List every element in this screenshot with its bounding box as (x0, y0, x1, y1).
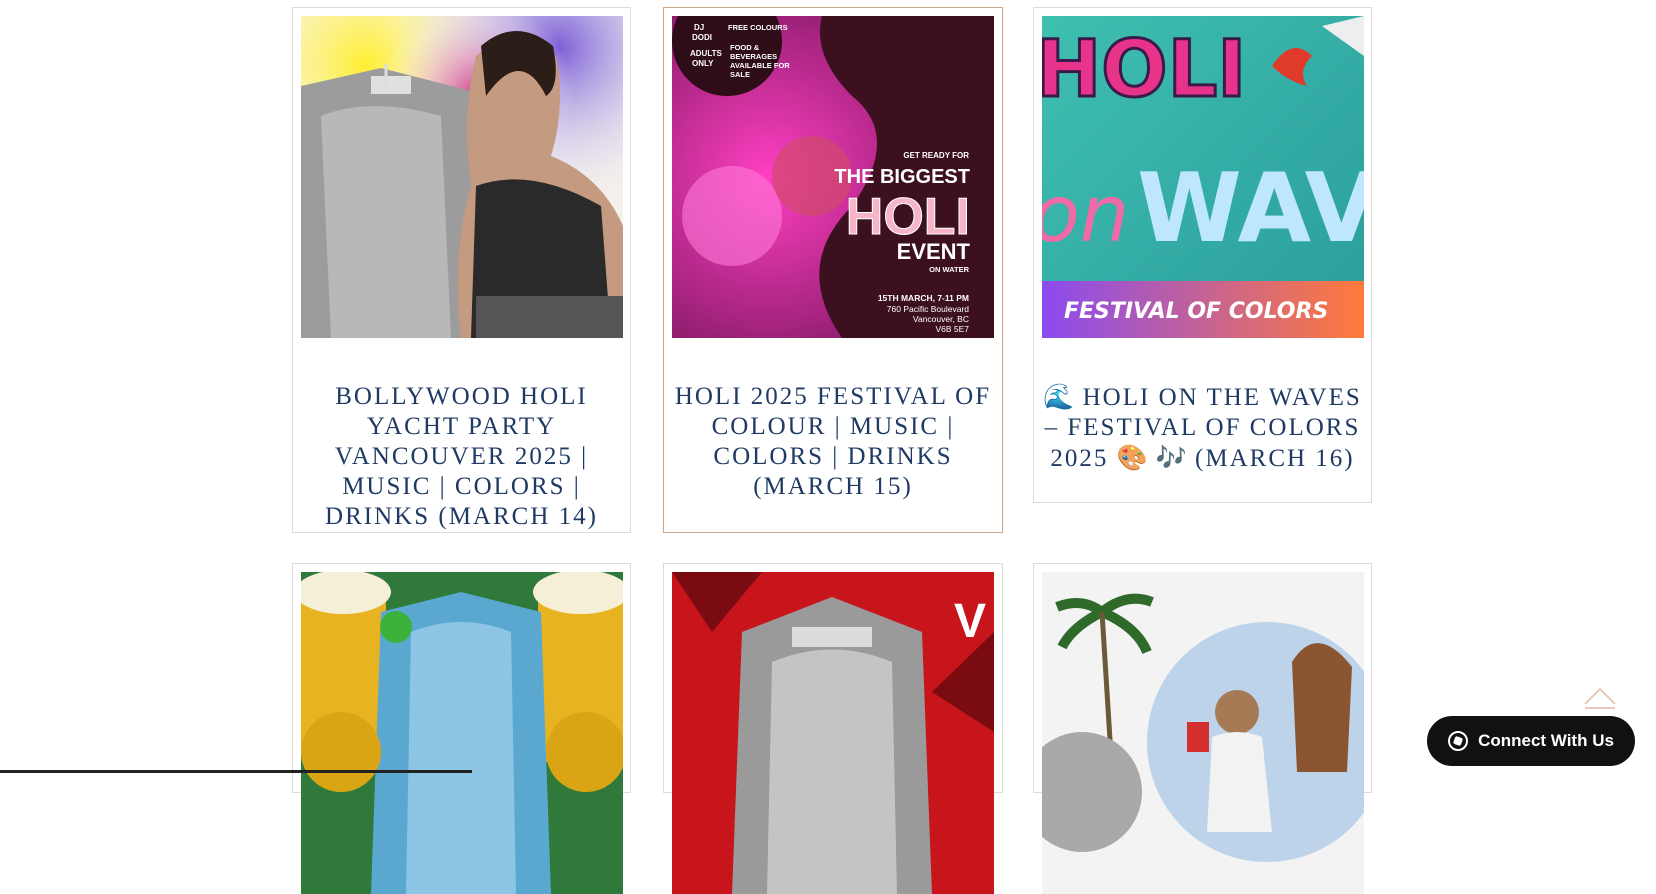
event-card-2[interactable]: DJ DODI ADULTS ONLY FREE COLOURS FOOD & … (663, 7, 1003, 533)
poster-badge-right-5: SALE (730, 70, 750, 79)
event-image-2[interactable]: DJ DODI ADULTS ONLY FREE COLOURS FOOD & … (672, 16, 994, 338)
poster-line3: EVENT (897, 239, 971, 264)
poster-line1: THE BIGGEST (834, 166, 970, 188)
poster-line4: ON WATER (929, 265, 969, 274)
poster-addr2: Vancouver, BC (913, 314, 969, 324)
event-card-6[interactable] (1033, 563, 1372, 894)
scroll-top-button[interactable] (1582, 684, 1618, 710)
palette-music-emoji: 🎨 🎶 (1116, 443, 1187, 472)
poster-addr1: 760 Pacific Boulevard (887, 304, 969, 314)
poster-word-on: on (1042, 170, 1129, 260)
event-image-6[interactable] (1042, 572, 1364, 894)
event-image-1[interactable] (301, 16, 623, 338)
connect-with-us-label: Connect With Us (1478, 731, 1614, 750)
poster-line2: HOLI (846, 188, 970, 246)
event-card-5[interactable]: V (663, 563, 1003, 894)
poster-badge-right-3: BEVERAGES (730, 52, 777, 61)
poster-badge-left-2: DODI (692, 33, 712, 42)
event-image-3[interactable]: HOLI on WAVE FESTIVAL OF COLORS (1042, 16, 1364, 338)
poster-badge-left-3: ADULTS (690, 49, 723, 58)
poster-badge-left-1: DJ (694, 23, 704, 32)
chevron-up-icon (1584, 687, 1616, 709)
poster-badge-left-4: ONLY (692, 59, 714, 68)
svg-text:V: V (954, 595, 986, 648)
event-title-2[interactable]: Holi 2025 Festival of Colour | Music | C… (668, 382, 998, 502)
event-image-5[interactable]: V (672, 572, 994, 894)
poster-banner: FESTIVAL OF COLORS (1064, 299, 1328, 324)
poster-badge-right-1: FREE COLOURS (728, 23, 788, 32)
poster-date: 15TH MARCH, 7-11 PM (878, 293, 969, 303)
event-title-3-date: (March 16) (1195, 445, 1355, 472)
event-card-4[interactable] (292, 563, 631, 894)
event-image-4[interactable] (301, 572, 623, 894)
connect-with-us-button[interactable]: Connect With Us (1427, 716, 1635, 766)
event-title-3[interactable]: 🌊 Holi on the Waves – Festival of Colors… (1038, 382, 1367, 474)
whatsapp-icon (1448, 731, 1469, 751)
event-title-1[interactable]: Bollywood Holi Yacht Party Vancouver 202… (297, 382, 626, 532)
poster-word-holi: HOLI (1042, 25, 1246, 115)
event-card-1[interactable]: Bollywood Holi Yacht Party Vancouver 202… (292, 7, 631, 533)
wave-emoji: 🌊 (1043, 382, 1075, 411)
poster-addr3: V6B 5E7 (935, 324, 969, 334)
poster-word-wave: WAVE (1137, 154, 1364, 264)
poster-pre: GET READY FOR (903, 151, 969, 160)
event-card-3[interactable]: HOLI on WAVE FESTIVAL OF COLORS 🌊 Holi o… (1033, 7, 1372, 503)
poster-badge-right-2: FOOD & (730, 43, 760, 52)
poster-badge-right-4: AVAILABLE FOR (730, 61, 790, 70)
